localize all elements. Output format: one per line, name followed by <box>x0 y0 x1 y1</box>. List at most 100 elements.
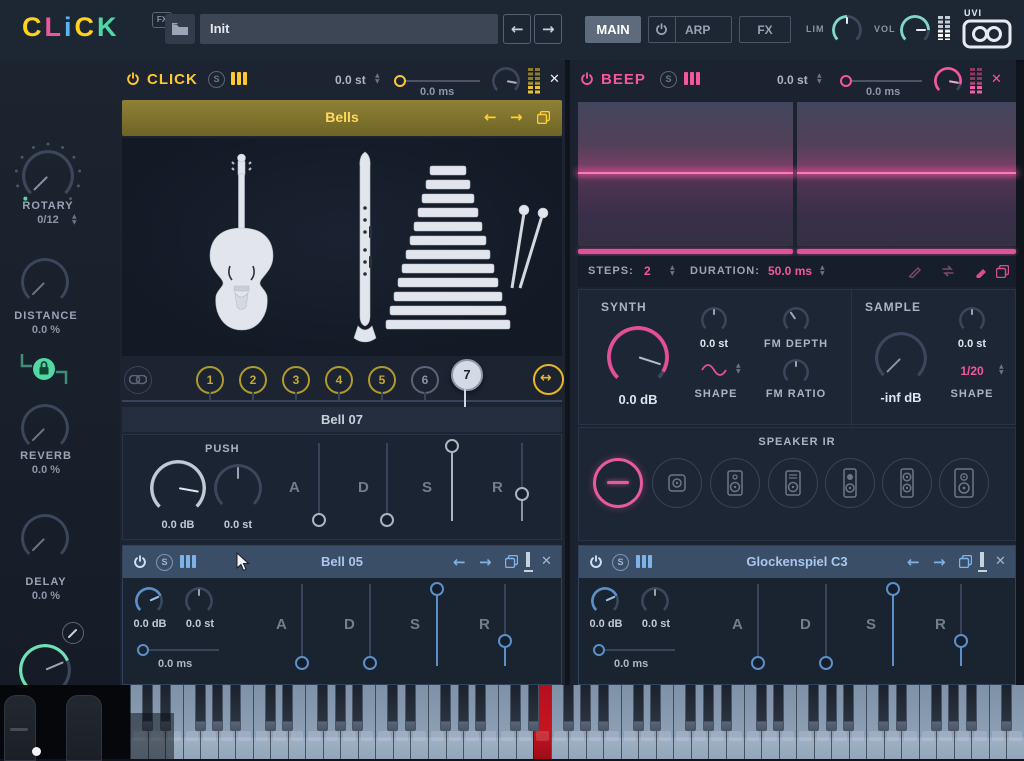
piano-black-key[interactable] <box>633 685 644 731</box>
piano-black-key[interactable] <box>212 685 223 731</box>
steps-copy-icon[interactable] <box>996 265 1009 278</box>
beep-solo-button[interactable]: S <box>660 71 677 88</box>
speaker-ir-6[interactable] <box>939 458 989 508</box>
piano-black-key[interactable] <box>650 685 661 731</box>
click-layer-header[interactable]: S Bell 05 ← → ✕ <box>123 546 561 578</box>
piano-black-key[interactable] <box>317 685 328 731</box>
click-preset-bar[interactable]: Bell 07 <box>122 407 562 432</box>
piano-black-key[interactable] <box>458 685 469 731</box>
layer-copy-icon[interactable] <box>505 555 518 568</box>
layer-offset-slider[interactable] <box>147 649 219 651</box>
piano-black-key[interactable] <box>843 685 854 731</box>
piano-black-key[interactable] <box>580 685 591 731</box>
speaker-ir-5[interactable] <box>882 458 932 508</box>
layer-copy-icon[interactable] <box>959 555 972 568</box>
beep-step-display[interactable] <box>578 102 1016 254</box>
piano-black-key[interactable] <box>335 685 346 731</box>
piano-black-key[interactable] <box>896 685 907 731</box>
click-power-icon[interactable] <box>126 72 140 86</box>
layer-gain-knob[interactable] <box>591 587 619 615</box>
sample-rate-value[interactable]: 1/20 <box>950 364 994 378</box>
beep-close-button[interactable]: ✕ <box>991 72 1002 87</box>
layer-offset-slider[interactable] <box>603 649 675 651</box>
piano-black-key[interactable] <box>756 685 767 731</box>
draw-icon[interactable] <box>908 264 922 278</box>
click-category-bar[interactable]: Bells ← → <box>122 100 562 136</box>
preset-prev-button[interactable]: ← <box>503 14 531 44</box>
sidechain-lock[interactable] <box>18 348 74 394</box>
variation-2[interactable]: 2 <box>239 366 267 394</box>
distance-value[interactable]: 0.0 % <box>0 324 92 336</box>
speaker-ir-1[interactable] <box>652 458 702 508</box>
speaker-ir-3[interactable] <box>768 458 818 508</box>
click-pitch-stepper[interactable] <box>375 73 380 85</box>
push-env-d-slider[interactable] <box>386 443 388 521</box>
rotary-stepper[interactable] <box>72 214 77 226</box>
beep-pitch-value[interactable]: 0.0 st <box>777 73 808 87</box>
layer-close-button[interactable]: ✕ <box>995 554 1006 569</box>
loop-icon[interactable] <box>940 264 956 278</box>
beep-pitch-stepper[interactable] <box>817 73 822 85</box>
vol-knob[interactable] <box>900 15 930 45</box>
reverb-knob[interactable] <box>21 404 69 452</box>
preset-field[interactable]: Init <box>200 14 498 44</box>
tab-main[interactable]: MAIN <box>585 16 641 43</box>
piano-black-key[interactable] <box>1001 685 1012 731</box>
piano-keys[interactable] <box>130 685 1024 759</box>
piano-black-key[interactable] <box>387 685 398 731</box>
layer-env-s-slider[interactable] <box>892 584 894 666</box>
click-pitch-value[interactable]: 0.0 st <box>335 73 366 87</box>
folder-button[interactable] <box>165 14 195 44</box>
step-cell-1[interactable] <box>578 102 793 246</box>
rotary-knob[interactable] <box>22 150 74 202</box>
erase-icon[interactable] <box>972 265 987 278</box>
variation-1[interactable]: 1 <box>196 366 224 394</box>
distance-knob[interactable] <box>21 258 69 306</box>
layer-pitch-knob[interactable] <box>185 587 213 615</box>
layer-env-s-slider[interactable] <box>436 584 438 666</box>
category-prev-icon[interactable]: ← <box>484 108 497 126</box>
beep-keyboard-icon[interactable] <box>684 72 702 85</box>
instrument-image[interactable] <box>122 138 562 356</box>
mod-wheel[interactable] <box>66 695 102 761</box>
piano-black-key[interactable] <box>230 685 241 731</box>
piano-black-key[interactable] <box>773 685 784 731</box>
piano-black-key[interactable] <box>826 685 837 731</box>
fm-depth-knob[interactable] <box>783 307 809 333</box>
lim-knob[interactable] <box>832 15 862 45</box>
rotary-value[interactable]: 0/12 <box>0 214 96 226</box>
sample-rate-stepper[interactable] <box>999 364 1004 376</box>
piano-black-key[interactable] <box>405 685 416 731</box>
speaker-ir-4[interactable] <box>825 458 875 508</box>
fm-ratio-knob[interactable] <box>783 359 809 385</box>
variation-3[interactable]: 3 <box>282 366 310 394</box>
piano-black-key[interactable] <box>352 685 363 731</box>
tab-arp[interactable]: ARP <box>685 23 710 37</box>
piano-black-key[interactable] <box>528 685 539 731</box>
synth-pitch-knob[interactable] <box>701 307 727 333</box>
duration-stepper[interactable] <box>820 265 825 277</box>
layer-next-icon[interactable]: → <box>479 553 492 571</box>
category-next-icon[interactable]: → <box>510 108 523 126</box>
sine-shape-icon[interactable] <box>701 363 727 377</box>
layer-env-r-slider[interactable] <box>960 584 962 666</box>
layer-prev-icon[interactable]: ← <box>907 553 920 571</box>
layer-env-d-slider[interactable] <box>369 584 371 666</box>
layer-env-d-slider[interactable] <box>825 584 827 666</box>
push-env-r-slider[interactable] <box>521 443 523 521</box>
piano-black-key[interactable] <box>948 685 959 731</box>
piano-black-key[interactable] <box>703 685 714 731</box>
variation-6[interactable]: 6 <box>411 366 439 394</box>
layer-next-icon[interactable]: → <box>933 553 946 571</box>
push-env-a-slider[interactable] <box>318 443 320 521</box>
layer-env-a-slider[interactable] <box>757 584 759 666</box>
reverb-value[interactable]: 0.0 % <box>0 464 92 476</box>
variation-4[interactable]: 4 <box>325 366 353 394</box>
tab-fx[interactable]: FX <box>739 16 791 43</box>
click-keyboard-icon[interactable] <box>231 72 249 85</box>
beep-power-icon[interactable] <box>580 72 594 86</box>
layer-env-r-slider[interactable] <box>504 584 506 666</box>
piano-black-key[interactable] <box>721 685 732 731</box>
layer-env-a-slider[interactable] <box>301 584 303 666</box>
variation-spread-button[interactable]: ↔ <box>533 364 564 395</box>
